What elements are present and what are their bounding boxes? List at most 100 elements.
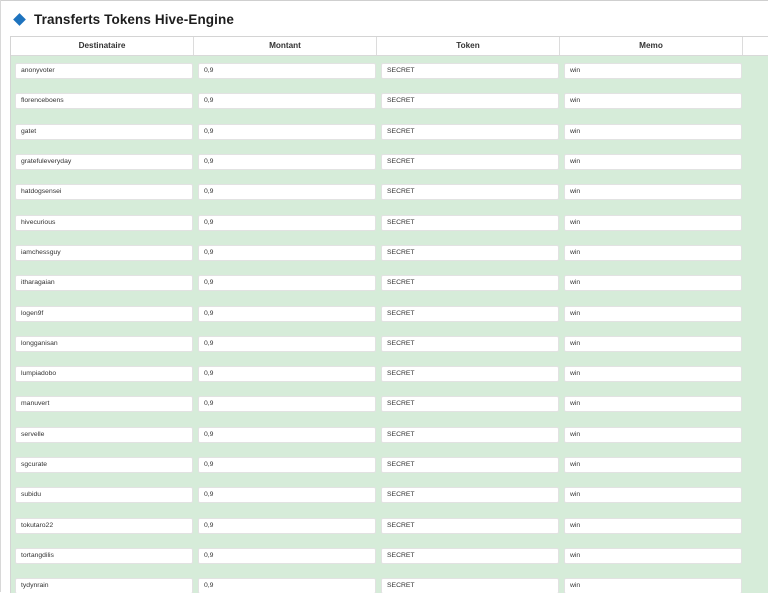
destinataire-field[interactable]: servelle [15,426,193,443]
token-field[interactable]: SECRET [381,517,559,534]
table-cell: SECRET [377,177,560,207]
column-header-montant: Montant [194,37,377,55]
token-field[interactable]: SECRET [381,396,559,413]
table-row: itharagaian 0,9 SECRET win [11,268,768,298]
destinataire-field[interactable]: gratefuleveryday [15,154,193,171]
memo-field[interactable]: win [564,517,742,534]
memo-field[interactable]: win [564,214,742,231]
table-cell: SECRET [377,56,560,86]
montant-field[interactable]: 0,9 [198,547,376,564]
montant-field[interactable]: 0,9 [198,184,376,201]
montant-field[interactable]: 0,9 [198,335,376,352]
destinataire-field[interactable]: tokutaro22 [15,517,193,534]
memo-field[interactable]: win [564,93,742,110]
token-field[interactable]: SECRET [381,547,559,564]
memo-field[interactable]: win [564,426,742,443]
memo-field[interactable]: win [564,578,742,593]
token-field[interactable]: SECRET [381,154,559,171]
table-cell: servelle [11,420,194,450]
table-row: tortangdilis 0,9 SECRET win [11,541,768,571]
memo-field[interactable]: win [564,335,742,352]
memo-field[interactable]: win [564,547,742,564]
table-cell: win [560,480,743,510]
table-row: servelle 0,9 SECRET win [11,420,768,450]
montant-field[interactable]: 0,9 [198,426,376,443]
destinataire-field[interactable]: lumpiadobo [15,366,193,383]
memo-field[interactable]: win [564,305,742,322]
destinataire-field[interactable]: iamchessguy [15,244,193,261]
destinataire-field[interactable]: logen9f [15,305,193,322]
montant-field[interactable]: 0,9 [198,366,376,383]
montant-field[interactable]: 0,9 [198,396,376,413]
memo-field[interactable]: win [564,366,742,383]
token-field[interactable]: SECRET [381,335,559,352]
table-cell: SECRET [377,147,560,177]
destinataire-field[interactable]: florenceboens [15,93,193,110]
token-field[interactable]: SECRET [381,366,559,383]
table-cell: 0,9 [194,541,377,571]
destinataire-field[interactable]: sgcurate [15,457,193,473]
memo-field[interactable]: win [564,154,742,171]
destinataire-field[interactable]: tydynrain [15,578,193,593]
token-field[interactable]: SECRET [381,275,559,292]
memo-field[interactable]: win [564,396,742,413]
token-field[interactable]: SECRET [381,93,559,110]
token-field[interactable]: SECRET [381,63,559,80]
destinataire-field[interactable]: gatet [15,123,193,140]
table-cell: SECRET [377,298,560,328]
table-cell-extra [743,389,768,419]
table-cell: 0,9 [194,177,377,207]
token-field[interactable]: SECRET [381,244,559,261]
token-field[interactable]: SECRET [381,487,559,504]
table-row: longganisan 0,9 SECRET win [11,329,768,359]
table-cell-extra [743,86,768,116]
montant-field[interactable]: 0,9 [198,63,376,80]
table-header: Destinataire Montant Token Memo [11,37,768,56]
table-row: tokutaro22 0,9 SECRET win [11,510,768,540]
destinataire-field[interactable]: longganisan [15,335,193,352]
token-field[interactable]: SECRET [381,457,559,473]
token-field[interactable]: SECRET [381,214,559,231]
memo-field[interactable]: win [564,457,742,473]
token-field[interactable]: SECRET [381,305,559,322]
column-header-destinataire: Destinataire [11,37,194,55]
table-cell: win [560,268,743,298]
token-field[interactable]: SECRET [381,123,559,140]
memo-field[interactable]: win [564,487,742,504]
token-field[interactable]: SECRET [381,184,559,201]
memo-field[interactable]: win [564,244,742,261]
memo-field[interactable]: win [564,123,742,140]
table-cell: florenceboens [11,86,194,116]
left-border [0,0,1,592]
table-row: hivecurious 0,9 SECRET win [11,207,768,237]
montant-field[interactable]: 0,9 [198,457,376,473]
destinataire-field[interactable]: subidu [15,487,193,504]
table-cell: 0,9 [194,450,377,480]
montant-field[interactable]: 0,9 [198,154,376,171]
token-field[interactable]: SECRET [381,578,559,593]
destinataire-field[interactable]: itharagaian [15,275,193,292]
memo-field[interactable]: win [564,184,742,201]
memo-field[interactable]: win [564,275,742,292]
montant-field[interactable]: 0,9 [198,93,376,110]
destinataire-field[interactable]: hivecurious [15,214,193,231]
table-cell: SECRET [377,450,560,480]
montant-field[interactable]: 0,9 [198,123,376,140]
token-field[interactable]: SECRET [381,426,559,443]
table-cell: SECRET [377,117,560,147]
destinataire-field[interactable]: manuvert [15,396,193,413]
destinataire-field[interactable]: tortangdilis [15,547,193,564]
montant-field[interactable]: 0,9 [198,275,376,292]
table-cell: SECRET [377,389,560,419]
memo-field[interactable]: win [564,63,742,80]
montant-field[interactable]: 0,9 [198,517,376,534]
destinataire-field[interactable]: anonyvoter [15,63,193,80]
destinataire-field[interactable]: hatdogsensei [15,184,193,201]
montant-field[interactable]: 0,9 [198,487,376,504]
montant-field[interactable]: 0,9 [198,244,376,261]
montant-field[interactable]: 0,9 [198,305,376,322]
table-cell: SECRET [377,571,560,593]
table-cell-extra [743,238,768,268]
montant-field[interactable]: 0,9 [198,578,376,593]
montant-field[interactable]: 0,9 [198,214,376,231]
